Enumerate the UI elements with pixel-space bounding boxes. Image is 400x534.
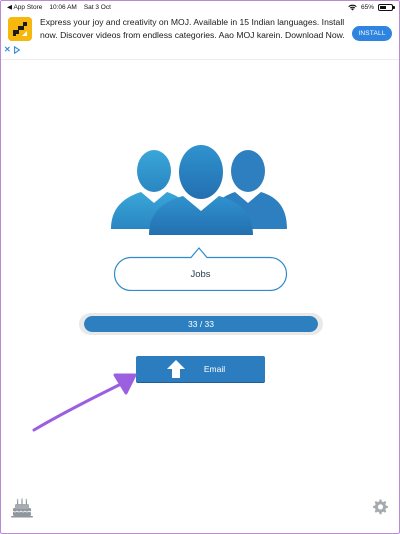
battery-percent: 65%: [360, 3, 374, 11]
ad-choices[interactable]: ✕: [4, 46, 21, 54]
ad-text[interactable]: Express your joy and creativity on MOJ. …: [40, 16, 348, 41]
up-arrow-icon: [167, 360, 185, 378]
wifi-icon: [348, 4, 357, 10]
adchoices-icon[interactable]: [13, 46, 21, 54]
app-screen: ◀ App Store 10:06 AM Sat 3 Oct 65% Expre…: [0, 0, 400, 534]
progress-track: 33 / 33: [84, 316, 318, 332]
status-date: Sat 3 Oct: [83, 3, 111, 11]
install-button[interactable]: INSTALL: [352, 26, 392, 41]
battery-fill: [380, 5, 387, 9]
email-button[interactable]: Email: [136, 356, 265, 382]
ad-banner[interactable]: Express your joy and creativity on MOJ. …: [1, 14, 399, 60]
gear-icon[interactable]: [371, 498, 389, 516]
group-name-field[interactable]: Jobs: [113, 245, 288, 292]
battery-icon: [378, 3, 395, 11]
arrow-annotation: [32, 373, 137, 432]
moj-logo[interactable]: [8, 17, 32, 41]
status-time: 10:06 AM: [49, 3, 77, 11]
ad-close-icon[interactable]: ✕: [4, 46, 11, 54]
cake-icon[interactable]: [11, 498, 33, 518]
back-to-app-store-link[interactable]: ◀ App Store: [7, 3, 42, 11]
progress-count: 33 / 33: [188, 319, 214, 329]
contacts-progress-bar: 33 / 33: [79, 313, 323, 335]
group-name: Jobs: [190, 268, 211, 280]
email-button-label: Email: [203, 364, 226, 374]
people-group-icon: [111, 145, 287, 235]
status-bar: ◀ App Store 10:06 AM Sat 3 Oct 65%: [1, 1, 399, 13]
